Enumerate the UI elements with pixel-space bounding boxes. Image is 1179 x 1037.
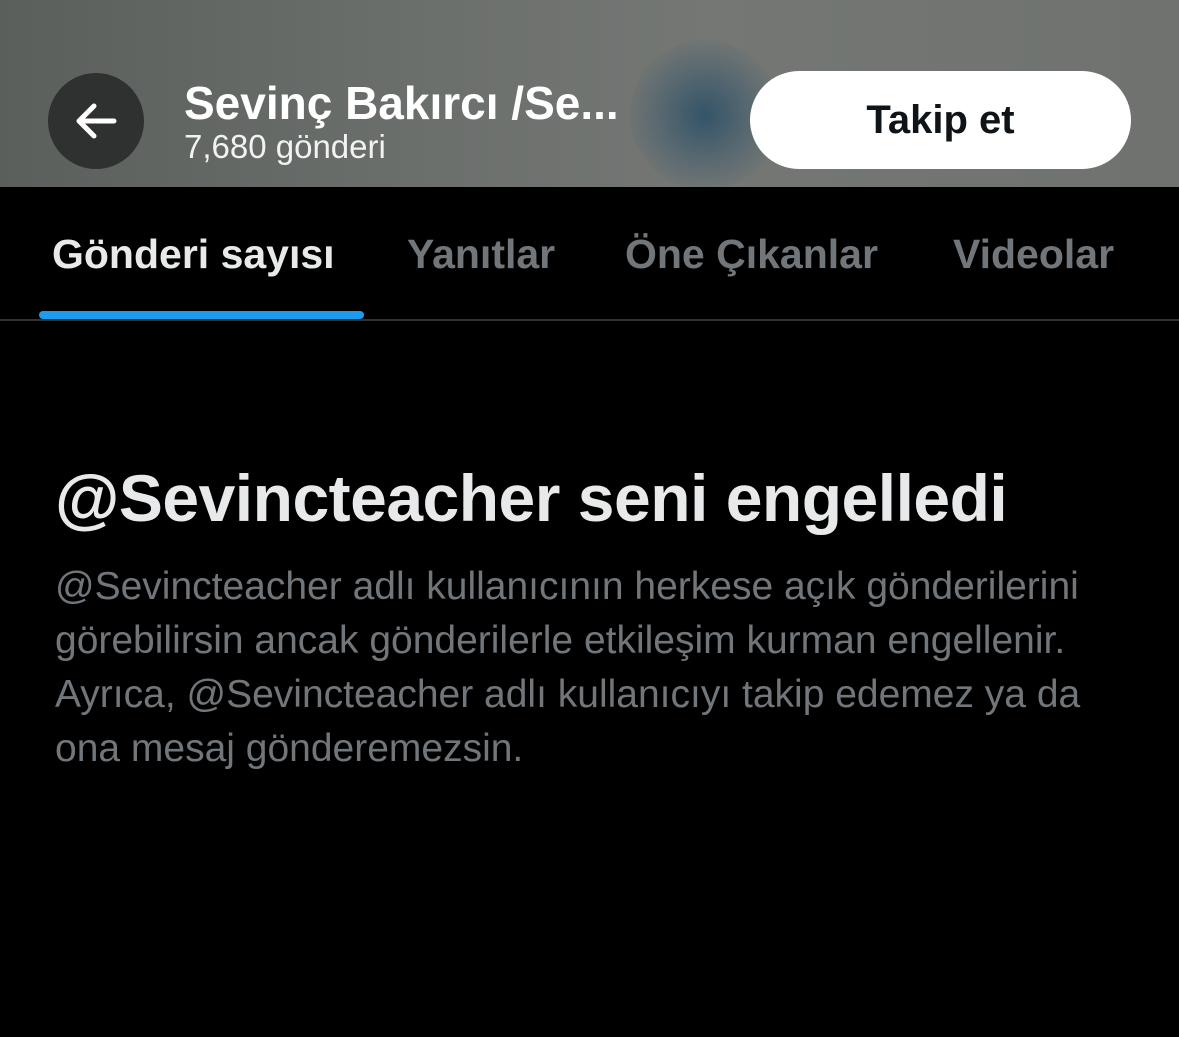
tab-posts[interactable]: Gönderi sayısı xyxy=(52,229,335,279)
profile-name: Sevinç Bakırcı /Se... xyxy=(184,77,619,129)
post-count: 7,680 gönderi xyxy=(184,128,386,165)
profile-title-block: Sevinç Bakırcı /Se... 7,680 gönderi xyxy=(184,76,724,166)
profile-page: Sevinç Bakırcı /Se... 7,680 gönderi Taki… xyxy=(0,0,1179,1037)
blocked-title: @Sevincteacher seni engelledi xyxy=(55,461,1008,535)
blocked-description: @Sevincteacher adlı kullanıcının herkese… xyxy=(55,565,1081,770)
tabs-divider xyxy=(0,319,1179,321)
back-button[interactable] xyxy=(48,73,144,169)
follow-button[interactable]: Takip et xyxy=(750,71,1131,169)
profile-header: Sevinç Bakırcı /Se... 7,680 gönderi Taki… xyxy=(0,0,1179,187)
tab-replies[interactable]: Yanıtlar xyxy=(407,229,555,279)
active-tab-indicator xyxy=(39,311,364,319)
tab-highlights[interactable]: Öne Çıkanlar xyxy=(625,229,878,279)
arrow-left-icon xyxy=(76,103,117,139)
profile-tabs: Gönderi sayısı Yanıtlar Öne Çıkanlar Vid… xyxy=(0,187,1179,320)
blocked-notice: @Sevincteacher seni engelledi @Sevinctea… xyxy=(55,452,1135,776)
tab-videos[interactable]: Videolar xyxy=(953,229,1114,279)
